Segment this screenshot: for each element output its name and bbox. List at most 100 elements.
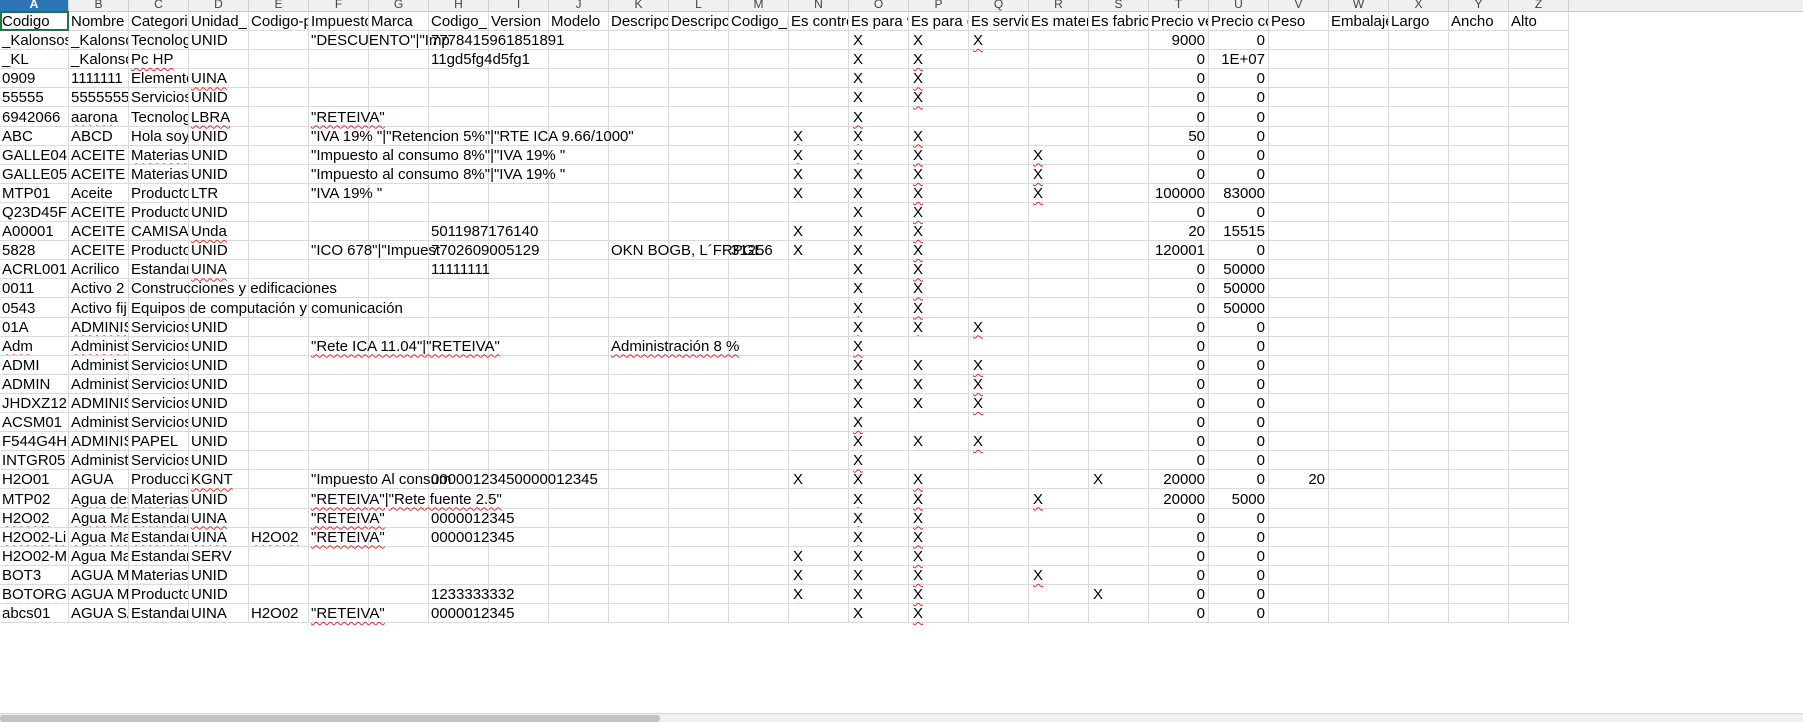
- table-cell[interactable]: Estandar: [129, 545, 189, 566]
- table-cell[interactable]: [789, 106, 849, 127]
- table-cell[interactable]: 0909: [0, 68, 69, 89]
- column-title-cell[interactable]: Precio co: [1209, 11, 1269, 31]
- table-cell[interactable]: [249, 488, 309, 509]
- table-cell[interactable]: [429, 316, 489, 337]
- table-cell[interactable]: [1329, 163, 1389, 184]
- table-cell[interactable]: [549, 278, 609, 299]
- table-cell[interactable]: 0: [1209, 316, 1269, 337]
- table-cell[interactable]: 0000012345: [429, 507, 514, 528]
- table-cell[interactable]: 0: [1149, 450, 1209, 471]
- table-cell[interactable]: Servicios: [129, 316, 189, 337]
- table-cell[interactable]: [249, 545, 309, 566]
- column-title-cell[interactable]: Marca: [369, 11, 429, 31]
- table-cell[interactable]: [729, 297, 789, 318]
- table-cell[interactable]: Administ: [69, 373, 129, 394]
- table-cell[interactable]: [1389, 545, 1449, 566]
- table-cell[interactable]: [1329, 144, 1389, 165]
- table-cell[interactable]: 7778415961851891: [429, 30, 564, 51]
- table-cell[interactable]: [489, 564, 549, 585]
- table-cell[interactable]: 0000012345: [429, 603, 514, 624]
- table-cell[interactable]: [1449, 240, 1509, 261]
- table-cell[interactable]: [1269, 393, 1329, 413]
- table-cell[interactable]: 0: [1149, 163, 1209, 184]
- table-cell[interactable]: UNID: [189, 335, 249, 356]
- table-cell[interactable]: "Impuesto al consumo 8%"|"IVA 19% ": [309, 144, 565, 165]
- table-cell[interactable]: [669, 584, 729, 604]
- table-cell[interactable]: 50000: [1209, 297, 1269, 318]
- table-cell[interactable]: [609, 450, 669, 471]
- table-cell[interactable]: [1329, 545, 1389, 566]
- table-cell[interactable]: [789, 297, 849, 318]
- table-cell[interactable]: "RETEIVA": [309, 603, 385, 624]
- table-cell[interactable]: [1089, 545, 1149, 566]
- column-title-cell[interactable]: Ancho: [1449, 11, 1509, 31]
- table-cell[interactable]: Elemento: [129, 68, 189, 89]
- table-cell[interactable]: [549, 87, 609, 108]
- table-cell[interactable]: Agua Ma: [69, 526, 129, 547]
- table-cell[interactable]: [1029, 297, 1089, 318]
- column-title-cell[interactable]: Codigo_B: [429, 11, 489, 31]
- table-cell[interactable]: [969, 450, 1029, 471]
- table-cell[interactable]: [729, 450, 789, 471]
- table-cell[interactable]: 00000123450000012345: [429, 469, 598, 490]
- table-cell[interactable]: [669, 431, 729, 452]
- table-cell[interactable]: [249, 373, 309, 394]
- spreadsheet-grid[interactable]: ABCDEFGHIJKLMNOPQRSTUVWXYZ Codigo Nombre C…: [0, 0, 1803, 722]
- table-cell[interactable]: Servicios: [129, 450, 189, 471]
- table-cell[interactable]: [249, 125, 309, 146]
- table-cell[interactable]: Pc HP: [129, 49, 189, 70]
- table-cell[interactable]: UNID: [189, 202, 249, 222]
- table-cell[interactable]: [1029, 335, 1089, 356]
- table-cell[interactable]: 1E+07: [1209, 49, 1269, 70]
- table-cell[interactable]: [609, 297, 669, 318]
- table-cell[interactable]: [1389, 584, 1449, 604]
- table-cell[interactable]: 0: [1209, 507, 1269, 528]
- table-cell[interactable]: Administración 8 %: [609, 335, 739, 356]
- table-cell[interactable]: 50: [1149, 125, 1209, 146]
- table-cell[interactable]: 0: [1209, 68, 1269, 89]
- table-cell[interactable]: Materias: [129, 163, 189, 184]
- table-cell[interactable]: [1269, 68, 1329, 89]
- table-cell[interactable]: [489, 68, 549, 89]
- table-cell[interactable]: [1269, 545, 1329, 566]
- column-title-cell[interactable]: Es mater: [1029, 11, 1089, 31]
- table-cell[interactable]: Materias: [129, 144, 189, 165]
- table-cell[interactable]: 5011987176140: [429, 221, 538, 242]
- table-cell[interactable]: [1389, 125, 1449, 146]
- table-cell[interactable]: [249, 144, 309, 165]
- table-cell[interactable]: [1269, 182, 1329, 203]
- table-cell[interactable]: [429, 278, 489, 299]
- table-cell[interactable]: [1269, 488, 1329, 509]
- table-cell[interactable]: [489, 106, 549, 127]
- table-cell[interactable]: 100000: [1149, 182, 1209, 203]
- table-cell[interactable]: [1389, 144, 1449, 165]
- table-cell[interactable]: [1389, 603, 1449, 624]
- table-cell[interactable]: [1449, 526, 1509, 547]
- table-cell[interactable]: [549, 240, 609, 261]
- table-cell[interactable]: [1029, 584, 1089, 604]
- table-cell[interactable]: Servicios: [129, 87, 189, 108]
- table-cell[interactable]: [729, 603, 789, 624]
- table-cell[interactable]: [1029, 125, 1089, 146]
- table-cell[interactable]: [609, 259, 669, 280]
- table-cell[interactable]: [1269, 297, 1329, 318]
- table-cell[interactable]: JHDXZ12: [0, 393, 69, 413]
- table-cell[interactable]: "RETEIVA"|"Rete fuente 2.5": [309, 488, 502, 509]
- table-cell[interactable]: [1329, 49, 1389, 70]
- column-header-w[interactable]: W: [1329, 0, 1389, 11]
- table-cell[interactable]: "DESCUENTO"|"Imp: [309, 30, 450, 51]
- table-cell[interactable]: 0: [1149, 49, 1209, 70]
- table-cell[interactable]: [1029, 30, 1089, 51]
- table-cell[interactable]: [369, 202, 429, 222]
- table-cell[interactable]: Adm: [0, 335, 69, 356]
- table-cell[interactable]: [1449, 221, 1509, 242]
- table-cell[interactable]: [1329, 182, 1389, 203]
- table-cell[interactable]: [189, 49, 249, 70]
- table-cell[interactable]: [1389, 221, 1449, 242]
- table-cell[interactable]: [669, 49, 729, 70]
- table-cell[interactable]: Tecnolog: [129, 106, 189, 127]
- table-cell[interactable]: _Kalonsos: [69, 49, 129, 70]
- table-cell[interactable]: [1329, 68, 1389, 89]
- table-cell[interactable]: [1449, 354, 1509, 375]
- table-cell[interactable]: X: [969, 431, 1029, 452]
